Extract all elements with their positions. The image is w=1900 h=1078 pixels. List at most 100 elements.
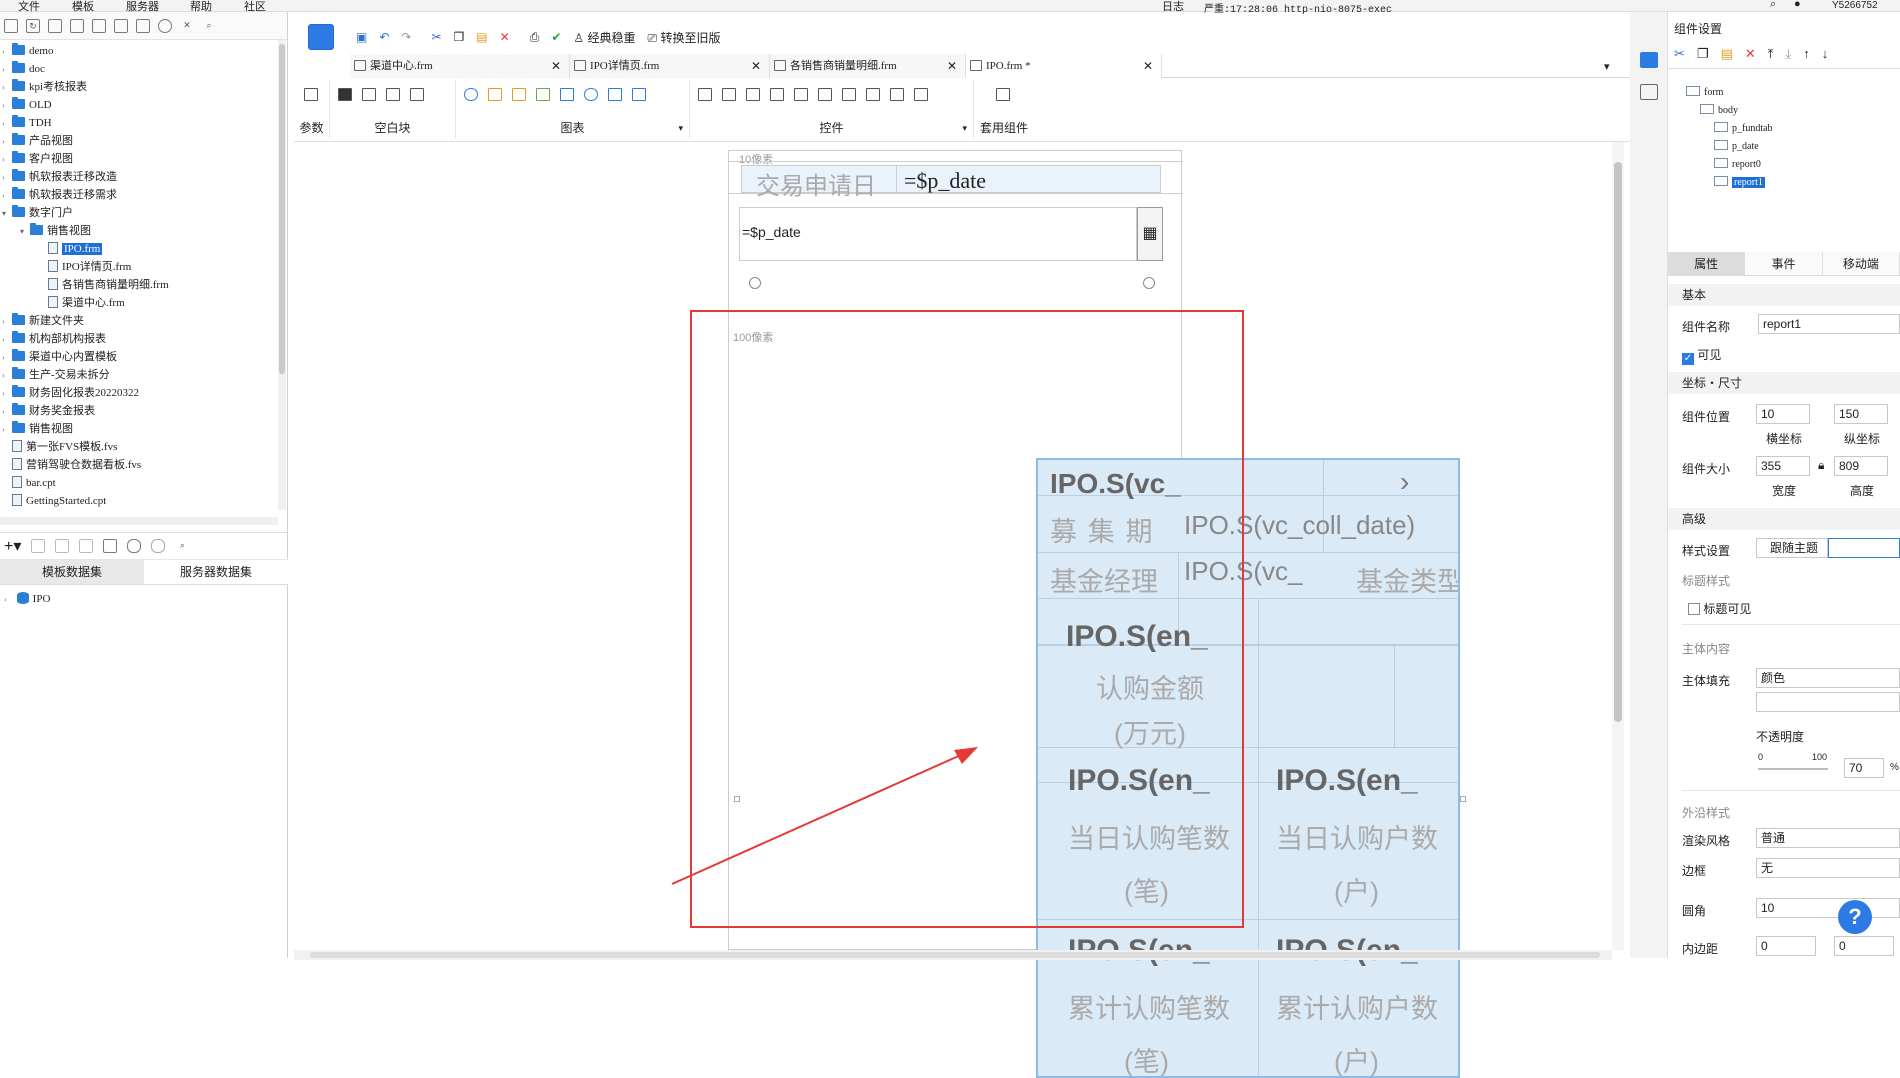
- visible-checkbox-row[interactable]: ✓ 可见: [1682, 346, 1721, 365]
- report1-component[interactable]: IPO.S(vc_ › 募 集 期 IPO.S(vc_coll_date) 基金…: [1036, 458, 1460, 1078]
- tree-item[interactable]: › kpi考核报表: [2, 78, 87, 96]
- component-tree-item[interactable]: report1: [1714, 176, 1765, 188]
- visible-checkbox[interactable]: ✓: [1682, 353, 1694, 365]
- check-icon[interactable]: ✔: [551, 30, 561, 44]
- param-widget-icon[interactable]: [304, 88, 318, 101]
- paste-icon[interactable]: ▤: [1721, 46, 1733, 62]
- chevron-right-icon[interactable]: ›: [2, 133, 12, 151]
- list-widget-icon[interactable]: [866, 88, 880, 101]
- move-top-icon[interactable]: ⤒: [1768, 46, 1774, 62]
- chevron-right-icon[interactable]: ›: [2, 97, 12, 115]
- tree-item[interactable]: ▾ 数字门户: [2, 204, 73, 222]
- copy-icon[interactable]: ❐: [454, 30, 465, 44]
- edit-dataset-icon[interactable]: [31, 539, 46, 553]
- move-bottom-icon[interactable]: ⤓: [1786, 46, 1792, 62]
- preview-icon[interactable]: [79, 539, 94, 553]
- radius-input[interactable]: 10: [1756, 898, 1900, 918]
- title-visible-row[interactable]: 标题可见: [1688, 600, 1751, 617]
- chevron-right-icon[interactable]: ›: [1400, 466, 1409, 498]
- gauge-chart-icon[interactable]: [584, 88, 598, 101]
- canvas-vscrollbar[interactable]: [1612, 142, 1624, 950]
- doc-tab[interactable]: IPO详情页.frm ✕: [570, 54, 770, 78]
- chevron-right-icon[interactable]: ›: [2, 331, 12, 349]
- chevron-right-icon[interactable]: ›: [2, 421, 12, 439]
- component-tree-item[interactable]: report0: [1714, 158, 1761, 170]
- tab-events[interactable]: 事件: [1745, 252, 1823, 275]
- tree-item[interactable]: bar.cpt: [2, 474, 56, 492]
- tree-item[interactable]: › 新建文件夹: [2, 312, 84, 330]
- component-tree-item[interactable]: p_fundtab: [1714, 122, 1773, 134]
- redo-icon[interactable]: ↷: [401, 30, 411, 44]
- tree-item[interactable]: › doc: [2, 60, 45, 78]
- tree-item[interactable]: › OLD: [2, 96, 52, 114]
- search-icon[interactable]: ⌕: [202, 19, 216, 33]
- server-db-icon[interactable]: [151, 539, 166, 553]
- tab-list-icon[interactable]: ▾: [1604, 60, 1610, 73]
- radio-button[interactable]: [749, 277, 761, 289]
- param-icon[interactable]: [103, 539, 118, 553]
- canvas-hscrollbar[interactable]: [294, 950, 1612, 960]
- combocheck-widget-icon[interactable]: [794, 88, 808, 101]
- date-widget-icon[interactable]: [818, 88, 832, 101]
- tree-item[interactable]: › 帆软报表迁移改造: [2, 168, 117, 186]
- chevron-down-icon[interactable]: ▾: [962, 123, 967, 134]
- tree-item[interactable]: › 客户视图: [2, 150, 73, 168]
- doc-tab[interactable]: 渠道中心.frm ✕: [350, 54, 570, 78]
- bar-chart-icon[interactable]: [488, 88, 502, 101]
- tab-mobile[interactable]: 移动端: [1822, 252, 1900, 275]
- radio-button[interactable]: [1143, 277, 1155, 289]
- title-visible-checkbox[interactable]: [1688, 603, 1700, 615]
- delete-icon[interactable]: ✕: [500, 30, 510, 44]
- tab-attributes[interactable]: 属性: [1668, 252, 1746, 275]
- trade-date-row[interactable]: 交易申请日 =$p_date: [741, 165, 1161, 200]
- component-tree-item[interactable]: body: [1700, 104, 1738, 116]
- padding-input[interactable]: 0: [1756, 936, 1816, 956]
- form-designer-icon[interactable]: [308, 24, 334, 50]
- edit-icon[interactable]: [70, 18, 84, 33]
- number-widget-icon[interactable]: [746, 88, 760, 101]
- chevron-right-icon[interactable]: ›: [2, 115, 12, 133]
- tab-server-dataset[interactable]: 服务器数据集: [144, 560, 288, 585]
- calendar-icon[interactable]: ▦: [1137, 207, 1163, 261]
- close-icon[interactable]: ✕: [551, 54, 561, 78]
- cut-icon[interactable]: ✂: [431, 30, 441, 44]
- combo-widget-icon[interactable]: [770, 88, 784, 101]
- style-follow-button[interactable]: 跟随主题: [1756, 538, 1828, 558]
- theme-button[interactable]: ♙ 经典稳重: [573, 29, 635, 46]
- collapse-icon[interactable]: ✕: [180, 19, 194, 33]
- help-button[interactable]: ?: [1838, 900, 1872, 934]
- tree-item[interactable]: › 财务奖金报表: [2, 402, 95, 420]
- chevron-right-icon[interactable]: ›: [2, 61, 12, 79]
- text-widget-icon[interactable]: [722, 88, 736, 101]
- refresh-icon[interactable]: ↻: [26, 18, 40, 33]
- database-icon[interactable]: [127, 539, 142, 553]
- search-icon[interactable]: ⌕: [1770, 0, 1776, 11]
- chevron-right-icon[interactable]: ›: [2, 349, 12, 367]
- paste-icon[interactable]: ▤: [476, 30, 487, 44]
- chevron-right-icon[interactable]: ›: [2, 79, 12, 97]
- chevron-right-icon[interactable]: ›: [2, 313, 12, 331]
- reuse-widget-icon[interactable]: [996, 88, 1010, 101]
- padding-input[interactable]: 0: [1834, 936, 1894, 956]
- design-canvas[interactable]: 10像素 交易申请日 =$p_date =$p_date ▦ 100像素 IPO…: [294, 142, 1622, 1078]
- chevron-right-icon[interactable]: ›: [2, 385, 12, 403]
- undo-icon[interactable]: ↶: [379, 30, 389, 44]
- close-icon[interactable]: ✕: [1143, 54, 1153, 78]
- tree-item[interactable]: ▾ 销售视图: [20, 222, 91, 240]
- open-icon[interactable]: [48, 18, 62, 33]
- grid-layout-icon[interactable]: [410, 88, 424, 101]
- tree-scrollbar[interactable]: [278, 40, 286, 510]
- trash-icon[interactable]: [136, 18, 150, 33]
- chevron-right-icon[interactable]: ›: [2, 151, 12, 169]
- component-settings-icon[interactable]: [1640, 52, 1658, 68]
- chevron-right-icon[interactable]: ▾: [20, 223, 30, 241]
- pos-y-input[interactable]: 150: [1834, 404, 1888, 424]
- preview-icon[interactable]: ⎙: [530, 30, 540, 45]
- opacity-slider[interactable]: [1758, 768, 1828, 770]
- tree-item[interactable]: › 机构部机构报表: [2, 330, 106, 348]
- pos-x-input[interactable]: 10: [1756, 404, 1810, 424]
- tree-item[interactable]: 第一张FVS模板.fvs: [2, 438, 117, 456]
- hbar-chart-icon[interactable]: [512, 88, 526, 101]
- delete-icon[interactable]: [92, 18, 106, 33]
- label-widget-icon[interactable]: [698, 88, 712, 101]
